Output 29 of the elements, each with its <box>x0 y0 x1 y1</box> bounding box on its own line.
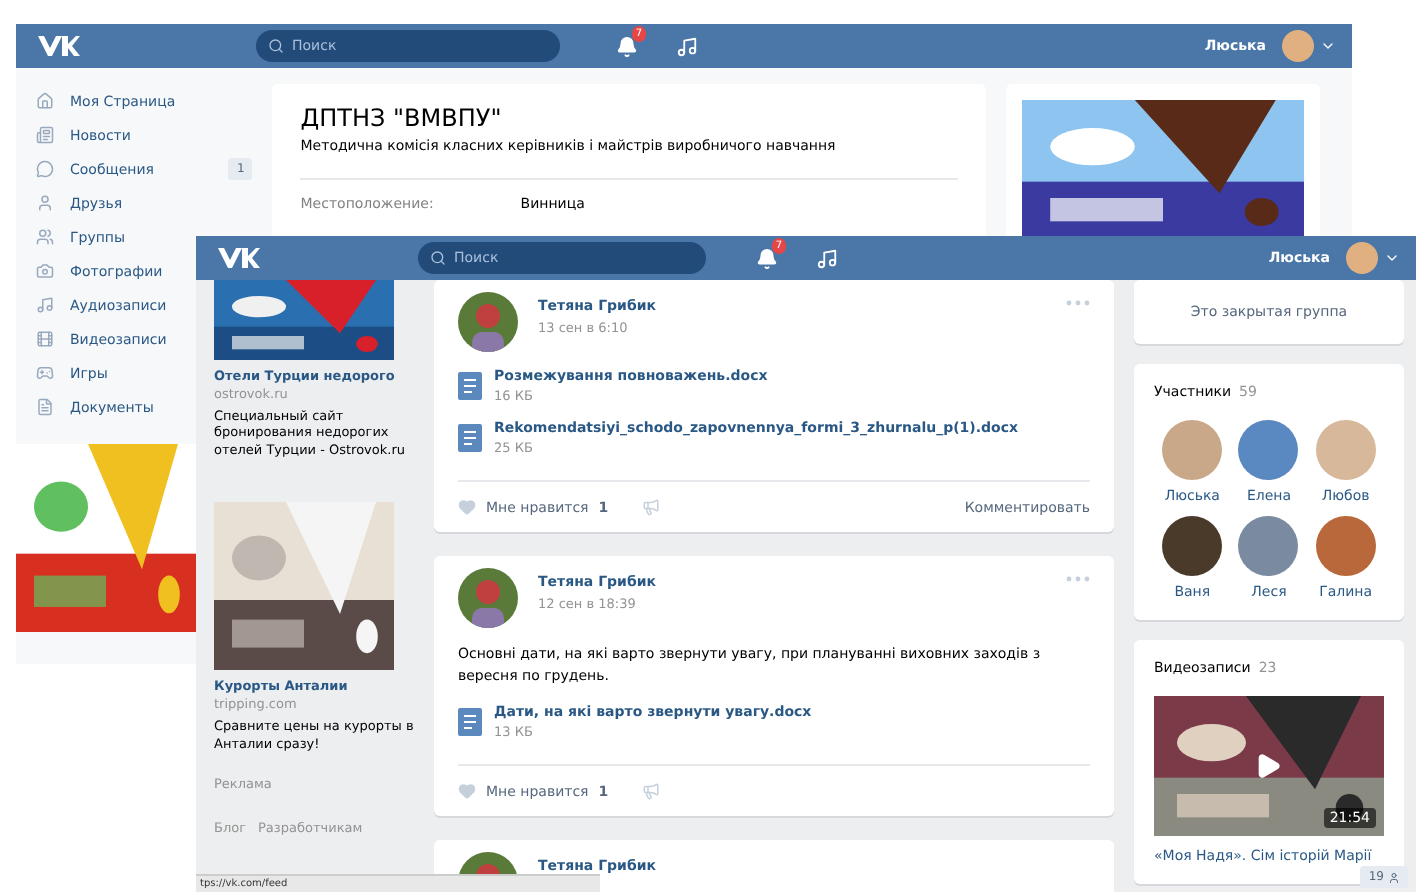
search-icon <box>268 38 284 54</box>
music-note-icon <box>36 296 54 314</box>
user-avatar[interactable] <box>1282 30 1314 62</box>
user-avatar[interactable] <box>1346 242 1378 274</box>
people-icon <box>36 228 54 246</box>
play-icon[interactable] <box>1254 752 1282 780</box>
document-icon <box>458 372 482 400</box>
caret-icon[interactable] <box>1384 250 1400 266</box>
person-icon <box>36 194 54 212</box>
chat-icon <box>36 160 54 178</box>
logo-icon[interactable] <box>36 34 80 58</box>
document-icon <box>458 424 482 452</box>
logo-icon[interactable] <box>216 246 260 270</box>
document-icon <box>458 708 482 737</box>
caret-icon[interactable] <box>1320 38 1336 54</box>
person-icon <box>1388 871 1400 883</box>
music-icon[interactable] <box>816 247 838 269</box>
gamepad-icon <box>36 364 54 382</box>
group-title: ДПТНЗ "ВМВПУ" <box>300 104 504 132</box>
music-icon[interactable] <box>676 35 698 57</box>
camera-icon <box>36 262 54 280</box>
member-avatar[interactable] <box>1162 516 1223 576</box>
film-icon <box>36 330 54 348</box>
home-icon <box>36 92 54 110</box>
newspaper-icon <box>36 126 54 144</box>
document-icon <box>36 398 54 416</box>
author-avatar[interactable] <box>458 568 518 628</box>
search-icon <box>430 250 446 266</box>
author-avatar[interactable] <box>458 292 518 352</box>
